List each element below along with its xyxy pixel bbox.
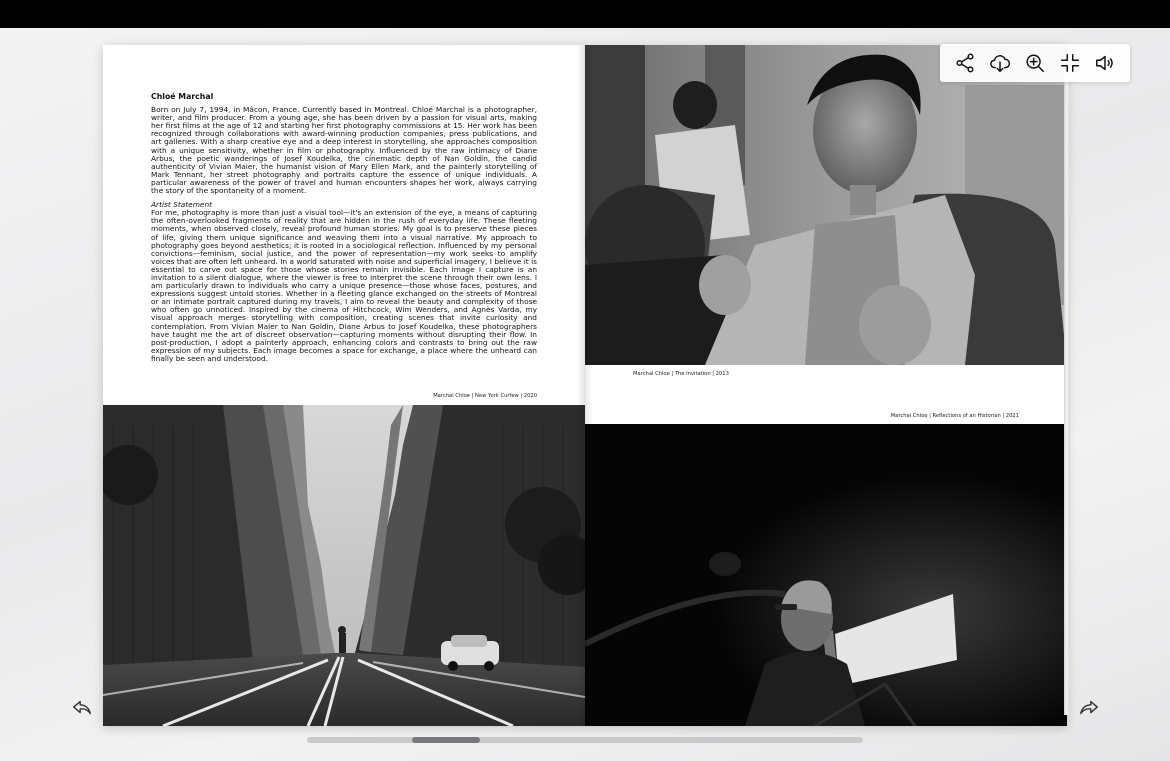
photo-caption-reflections-of-an-historian: Marchal Chloe | Reflections of an Histor… (890, 413, 1019, 419)
photo-caption-the-invitation: Marchal Chloe | The Invitation | 2013 (633, 371, 729, 377)
page-edge (1064, 75, 1070, 715)
top-bar (0, 0, 1170, 28)
page-scrollbar[interactable] (307, 737, 863, 743)
viewer-toolbar (940, 44, 1130, 82)
arrow-forward-icon (1080, 700, 1098, 715)
share-button[interactable] (951, 49, 979, 77)
sound-button[interactable] (1091, 49, 1119, 77)
arrow-back-icon (73, 700, 91, 715)
exit-fullscreen-icon (1060, 54, 1079, 72)
bio-paragraph: Born on July 7, 1994, in Mâcon, France. … (151, 105, 537, 196)
photo-reflections-of-an-historian (585, 424, 1067, 726)
zoom-in-button[interactable] (1021, 49, 1049, 77)
bio-text-block: Chloé Marchal Born on July 7, 1994, in M… (151, 92, 537, 363)
share-icon (956, 53, 974, 73)
cloud-download-icon (990, 55, 1011, 72)
photo-the-invitation (585, 45, 1067, 365)
previous-page-button[interactable] (68, 694, 96, 722)
scrollbar-thumb[interactable] (412, 737, 480, 743)
volume-icon (1095, 55, 1113, 71)
zoom-in-icon (1026, 54, 1044, 72)
artist-statement-paragraph: For me, photography is more than just a … (151, 208, 537, 363)
exit-fullscreen-button[interactable] (1056, 49, 1084, 77)
right-page: Marchal Chloe | The Invitation | 2013 Ma… (585, 45, 1067, 726)
photo-caption-new-york-curfew: Marchal Chloe | New York Curfew | 2020 (433, 393, 537, 399)
next-page-button[interactable] (1075, 694, 1103, 722)
flipbook-spread[interactable]: Chloé Marchal Born on July 7, 1994, in M… (103, 45, 1067, 726)
left-page: Chloé Marchal Born on July 7, 1994, in M… (103, 45, 585, 726)
photo-street-new-york (103, 405, 585, 726)
download-button[interactable] (986, 49, 1014, 77)
artist-name: Chloé Marchal (151, 92, 214, 101)
